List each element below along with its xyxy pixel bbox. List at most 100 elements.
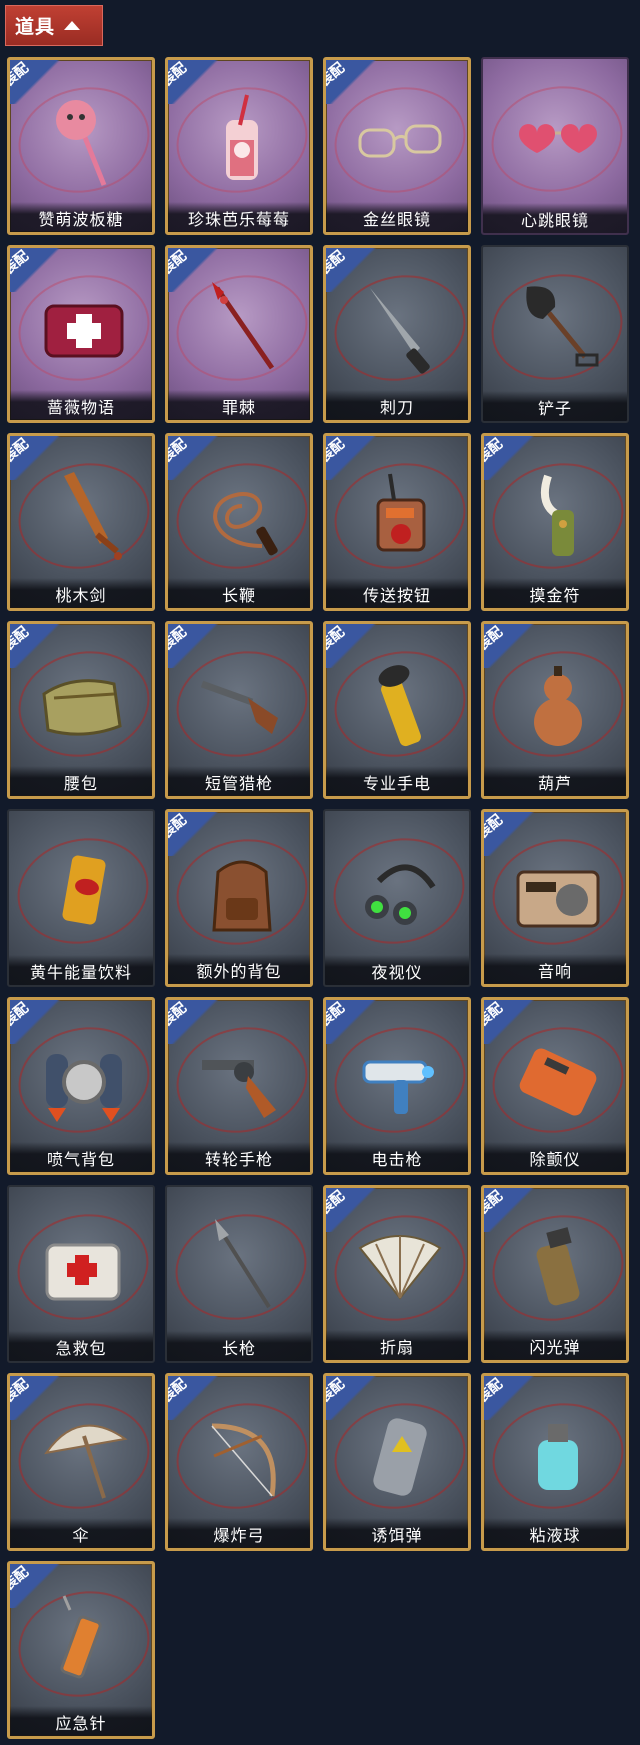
item-name: 转轮手枪 xyxy=(168,1142,310,1172)
equipped-badge: 装配 xyxy=(326,624,380,668)
equipped-badge: 装配 xyxy=(484,812,538,856)
item-card[interactable]: 装配 珍珠芭乐莓莓 xyxy=(165,57,313,235)
equipped-badge: 装配 xyxy=(168,436,222,480)
item-card[interactable]: 装配 葫芦 xyxy=(481,621,629,799)
waist-bag-icon xyxy=(34,654,134,754)
item-card[interactable]: 铲子 xyxy=(481,245,629,423)
item-card[interactable]: 装配 腰包 xyxy=(7,621,155,799)
item-name: 折扇 xyxy=(326,1330,468,1360)
item-card[interactable]: 装配 刺刀 xyxy=(323,245,471,423)
thorn-spear-icon xyxy=(192,278,292,378)
equipped-badge-label: 装配 xyxy=(323,59,348,91)
item-card[interactable]: 装配 粘液球 xyxy=(481,1373,629,1551)
shock-gun-icon xyxy=(350,1030,450,1130)
item-card[interactable]: 装配 转轮手枪 xyxy=(165,997,313,1175)
equipped-badge-label: 装配 xyxy=(481,1375,506,1407)
equipped-badge-label: 装配 xyxy=(165,59,190,91)
equipped-badge: 装配 xyxy=(484,624,538,668)
amulet-icon xyxy=(508,466,608,566)
equipped-badge-label: 装配 xyxy=(7,435,32,467)
item-name: 摸金符 xyxy=(484,578,626,608)
equipped-badge: 装配 xyxy=(168,1000,222,1044)
equipped-badge: 装配 xyxy=(10,1564,64,1608)
equipped-badge-label: 装配 xyxy=(7,623,32,655)
item-card[interactable]: 装配 传送按钮 xyxy=(323,433,471,611)
item-name: 闪光弹 xyxy=(484,1330,626,1360)
wooden-sword-icon xyxy=(34,466,134,566)
item-card[interactable]: 夜视仪 xyxy=(323,809,471,987)
equipped-badge-label: 装配 xyxy=(323,1375,348,1407)
equipped-badge-label: 装配 xyxy=(7,59,32,91)
item-card[interactable]: 装配 除颤仪 xyxy=(481,997,629,1175)
item-card[interactable]: 装配 音响 xyxy=(481,809,629,987)
item-card[interactable]: 装配 罪棘 xyxy=(165,245,313,423)
gourd-icon xyxy=(508,654,608,754)
equipped-badge-label: 装配 xyxy=(481,623,506,655)
item-name: 额外的背包 xyxy=(168,954,310,984)
item-card[interactable]: 黄牛能量饮料 xyxy=(7,809,155,987)
item-name: 腰包 xyxy=(10,766,152,796)
item-card[interactable]: 装配 诱饵弹 xyxy=(323,1373,471,1551)
equipped-badge-label: 装配 xyxy=(165,435,190,467)
item-card[interactable]: 装配 电击枪 xyxy=(323,997,471,1175)
item-card[interactable]: 装配 应急针 xyxy=(7,1561,155,1739)
equipped-badge-label: 装配 xyxy=(323,1187,348,1219)
item-card[interactable]: 心跳眼镜 xyxy=(481,57,629,235)
item-name: 刺刀 xyxy=(326,390,468,420)
item-name: 长枪 xyxy=(167,1331,311,1361)
item-card[interactable]: 急救包 xyxy=(7,1185,155,1363)
revolver-icon xyxy=(192,1030,292,1130)
equipped-badge: 装配 xyxy=(168,60,222,104)
equipped-badge: 装配 xyxy=(326,1188,380,1232)
heart-glasses-icon xyxy=(507,89,607,189)
item-name: 长鞭 xyxy=(168,578,310,608)
equipped-badge-label: 装配 xyxy=(323,247,348,279)
item-card[interactable]: 装配 赞萌波板糖 xyxy=(7,57,155,235)
equipped-badge-label: 装配 xyxy=(481,999,506,1031)
equipped-badge: 装配 xyxy=(10,624,64,668)
slime-ball-icon xyxy=(508,1406,608,1506)
item-name: 除颤仪 xyxy=(484,1142,626,1172)
equipped-badge-label: 装配 xyxy=(481,811,506,843)
props-tab-header[interactable]: 道具 xyxy=(5,5,103,46)
item-card[interactable]: 装配伞 xyxy=(7,1373,155,1551)
item-card[interactable]: 装配 金丝眼镜 xyxy=(323,57,471,235)
equipped-badge: 装配 xyxy=(10,60,64,104)
equipped-badge-label: 装配 xyxy=(165,811,190,843)
item-card[interactable]: 装配 专业手电 xyxy=(323,621,471,799)
equipped-badge: 装配 xyxy=(326,1376,380,1420)
item-card[interactable]: 长枪 xyxy=(165,1185,313,1363)
equipped-badge: 装配 xyxy=(484,1000,538,1044)
umbrella-icon xyxy=(34,1406,134,1506)
equipped-badge: 装配 xyxy=(326,60,380,104)
item-name: 诱饵弹 xyxy=(326,1518,468,1548)
item-card[interactable]: 装配 摸金符 xyxy=(481,433,629,611)
item-card[interactable]: 装配 爆炸弓 xyxy=(165,1373,313,1551)
equipped-badge: 装配 xyxy=(10,436,64,480)
item-name: 急救包 xyxy=(9,1331,153,1361)
syringe-icon xyxy=(34,1594,134,1694)
item-card[interactable]: 装配 桃木剑 xyxy=(7,433,155,611)
equipped-badge: 装配 xyxy=(10,1000,64,1044)
item-card[interactable]: 装配 蔷薇物语 xyxy=(7,245,155,423)
teleport-button-icon xyxy=(350,466,450,566)
equipped-badge-label: 装配 xyxy=(481,1187,506,1219)
item-card[interactable]: 装配 额外的背包 xyxy=(165,809,313,987)
item-name: 金丝眼镜 xyxy=(326,202,468,232)
equipped-badge: 装配 xyxy=(326,1000,380,1044)
item-name: 喷气背包 xyxy=(10,1142,152,1172)
item-card[interactable]: 装配 喷气背包 xyxy=(7,997,155,1175)
night-vision-icon xyxy=(349,841,449,941)
item-card[interactable]: 装配 闪光弹 xyxy=(481,1185,629,1363)
item-card[interactable]: 装配 折扇 xyxy=(323,1185,471,1363)
equipped-badge-label: 装配 xyxy=(165,623,190,655)
medkit-rose-icon xyxy=(34,278,134,378)
equipped-badge-label: 装配 xyxy=(7,1563,32,1595)
whip-icon xyxy=(192,466,292,566)
energy-drink-icon xyxy=(33,841,133,941)
equipped-badge-label: 装配 xyxy=(7,247,32,279)
item-name: 葫芦 xyxy=(484,766,626,796)
item-card[interactable]: 装配 长鞭 xyxy=(165,433,313,611)
equipped-badge: 装配 xyxy=(168,248,222,292)
item-card[interactable]: 装配 短管猎枪 xyxy=(165,621,313,799)
